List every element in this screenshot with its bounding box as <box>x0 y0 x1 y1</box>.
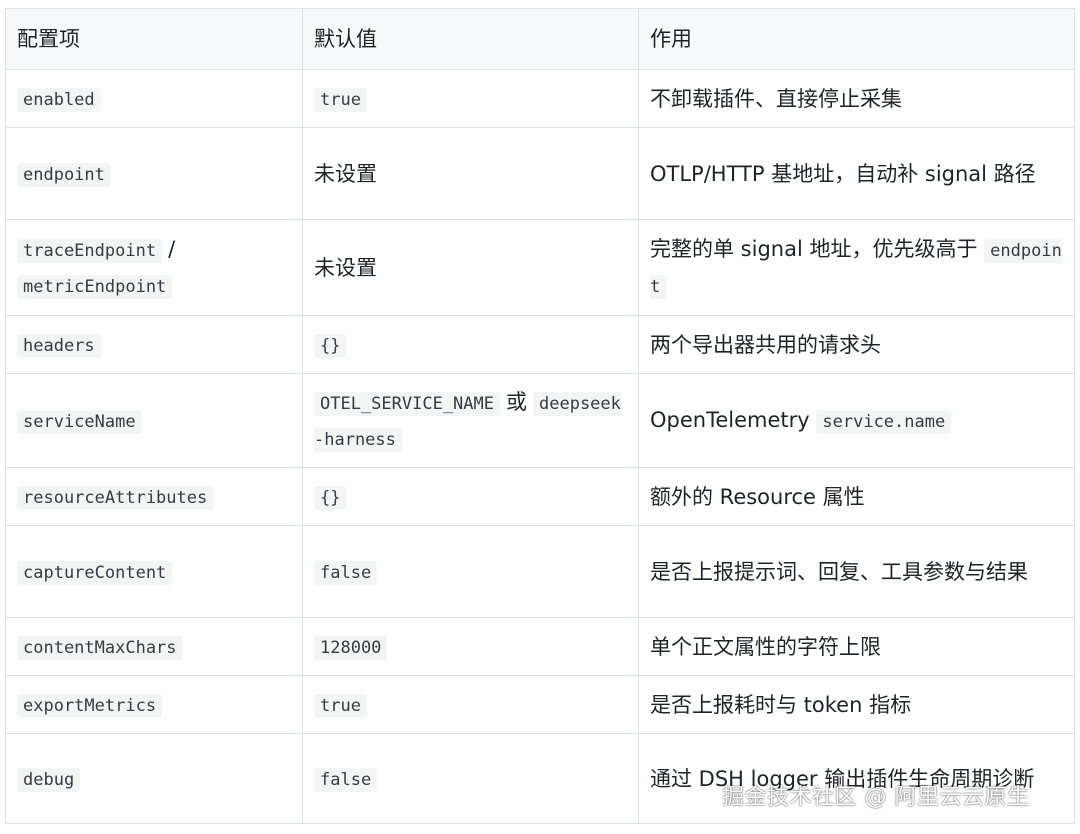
table-header-row: 配置项 默认值 作用 <box>5 8 1075 70</box>
cell-key: enabled <box>5 69 303 128</box>
table-row: headers {} 两个导出器共用的请求头 <box>5 315 1075 374</box>
code-key: headers <box>17 333 101 358</box>
table-row: traceEndpoint / metricEndpoint 未设置 完整的单 si… <box>5 219 1075 316</box>
cell-desc: 单个正文属性的字符上限 <box>638 617 1075 676</box>
cell-desc: 是否上报提示词、回复、工具参数与结果 <box>638 525 1075 618</box>
code-key: enabled <box>17 87 101 112</box>
cell-key: debug <box>5 733 303 824</box>
code-key: captureContent <box>17 560 173 585</box>
cell-key: endpoint <box>5 127 303 220</box>
code-desc: service.name <box>816 409 952 434</box>
header-purpose: 作用 <box>638 8 1075 70</box>
cell-desc: 是否上报耗时与 token 指标 <box>638 675 1075 734</box>
watermark: 掘金技术社区 @ 阿里云云原生 <box>722 785 1030 810</box>
cell-desc: 两个导出器共用的请求头 <box>638 315 1075 374</box>
cell-default: OTEL_SERVICE_NAME 或 deepseek-harness <box>302 373 639 468</box>
cell-desc: 额外的 Resource 属性 <box>638 467 1075 526</box>
cell-key: traceEndpoint / metricEndpoint <box>5 219 303 316</box>
code-default: false <box>314 767 378 792</box>
code-default: OTEL_SERVICE_NAME <box>314 391 500 416</box>
code-key: serviceName <box>17 409 142 434</box>
cell-desc: OpenTelemetry service.name <box>638 373 1075 468</box>
code-key: exportMetrics <box>17 693 163 718</box>
desc-text: 完整的单 signal 地址，优先级高于 <box>650 236 978 261</box>
cell-desc: 完整的单 signal 地址，优先级高于 endpoint <box>638 219 1075 316</box>
code-default: {} <box>314 485 347 510</box>
table-row: contentMaxChars 128000 单个正文属性的字符上限 <box>5 617 1075 676</box>
cell-key: contentMaxChars <box>5 617 303 676</box>
cell-desc: OTLP/HTTP 基地址，自动补 signal 路径 <box>638 127 1075 220</box>
cell-key: captureContent <box>5 525 303 618</box>
table-row: endpoint 未设置 OTLP/HTTP 基地址，自动补 signal 路径 <box>5 127 1075 220</box>
cell-default: 未设置 <box>302 127 639 220</box>
code-key: debug <box>17 767 81 792</box>
code-key: resourceAttributes <box>17 485 214 510</box>
code-default: true <box>314 87 367 112</box>
cell-default: {} <box>302 315 639 374</box>
code-key: endpoint <box>17 162 111 187</box>
header-default-value: 默认值 <box>302 8 639 70</box>
header-config-item: 配置项 <box>5 8 303 70</box>
cell-default: false <box>302 733 639 824</box>
desc-text: OpenTelemetry <box>650 407 810 432</box>
cell-default: 未设置 <box>302 219 639 316</box>
code-key: contentMaxChars <box>17 635 183 660</box>
code-default: {} <box>314 333 347 358</box>
cell-key: resourceAttributes <box>5 467 303 526</box>
code-key: metricEndpoint <box>17 274 173 299</box>
table-row: enabled true 不卸载插件、直接停止采集 <box>5 69 1075 128</box>
cell-key: serviceName <box>5 373 303 468</box>
code-default: true <box>314 693 367 718</box>
key-separator: / <box>168 236 176 261</box>
table-row: exportMetrics true 是否上报耗时与 token 指标 <box>5 675 1075 734</box>
table-row: serviceName OTEL_SERVICE_NAME 或 deepseek-h… <box>5 373 1075 468</box>
table-row: resourceAttributes {} 额外的 Resource 属性 <box>5 467 1075 526</box>
default-separator: 或 <box>506 389 527 414</box>
code-default: 128000 <box>314 635 388 660</box>
code-key: traceEndpoint <box>17 238 163 263</box>
cell-default: 128000 <box>302 617 639 676</box>
cell-key: headers <box>5 315 303 374</box>
config-table: 配置项 默认值 作用 enabled true 不卸载插件、直接停止采集 end… <box>5 8 1075 824</box>
code-default: false <box>314 560 378 585</box>
cell-default: false <box>302 525 639 618</box>
cell-default: true <box>302 675 639 734</box>
table-row: captureContent false 是否上报提示词、回复、工具参数与结果 <box>5 525 1075 618</box>
cell-default: {} <box>302 467 639 526</box>
cell-default: true <box>302 69 639 128</box>
cell-desc: 不卸载插件、直接停止采集 <box>638 69 1075 128</box>
cell-key: exportMetrics <box>5 675 303 734</box>
